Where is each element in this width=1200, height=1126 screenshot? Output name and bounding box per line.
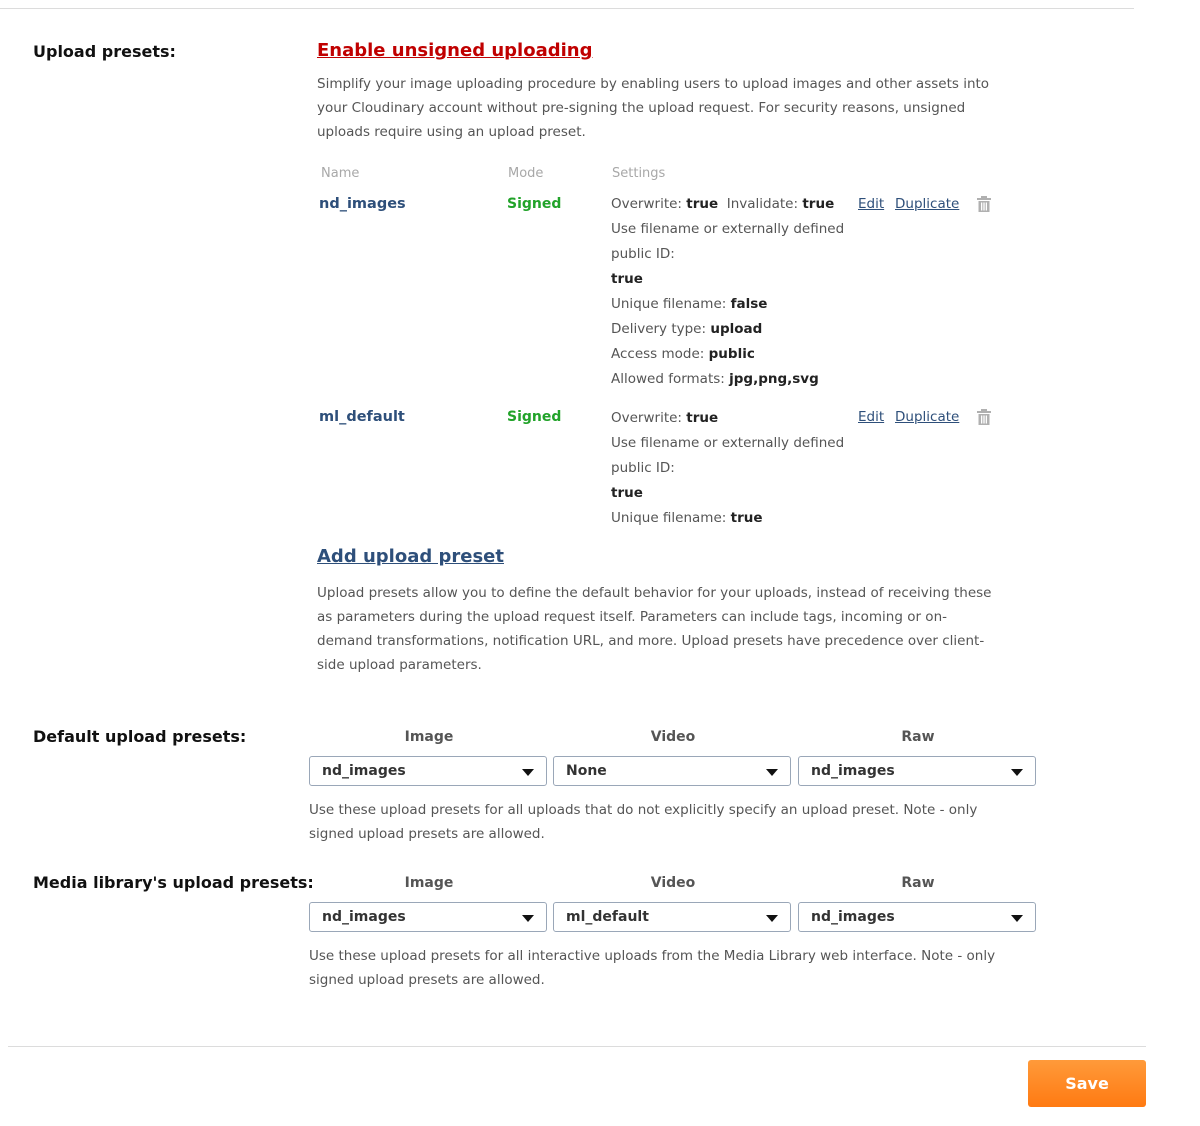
setting-line: Unique filename: true (611, 506, 851, 531)
setting-line: Overwrite: true Invalidate: true (611, 192, 851, 217)
setting-value: true (686, 410, 719, 426)
save-button[interactable]: Save (1028, 1060, 1146, 1107)
column-header-name: Name (321, 166, 360, 181)
upload-presets-label: Upload presets: (33, 42, 176, 61)
caret-down-icon (1011, 915, 1023, 922)
setting-line: Overwrite: true (611, 406, 851, 431)
default-video-select[interactable]: None (553, 756, 791, 786)
edit-link[interactable]: Edit (858, 409, 884, 425)
media-library-presets-label: Media library's upload presets: (33, 873, 314, 892)
caret-down-icon (522, 915, 534, 922)
edit-link[interactable]: Edit (858, 196, 884, 212)
select-value: None (566, 763, 607, 779)
ml-raw-select[interactable]: nd_images (798, 902, 1036, 932)
select-value: nd_images (322, 763, 406, 779)
default-video-header: Video (650, 729, 696, 745)
column-header-settings: Settings (612, 166, 666, 181)
preset-name[interactable]: ml_default (319, 409, 405, 425)
default-image-header: Image (404, 729, 454, 745)
setting-key: Unique filename: (611, 296, 727, 312)
setting-line: Use filename or externally defined publi… (611, 435, 845, 476)
setting-key: Access mode: (611, 346, 705, 362)
add-upload-preset-link[interactable]: Add upload preset (317, 546, 504, 567)
default-image-select[interactable]: nd_images (309, 756, 547, 786)
enable-unsigned-link[interactable]: Enable unsigned uploading (317, 40, 593, 61)
setting-line: true (611, 267, 851, 292)
ml-image-header: Image (404, 875, 454, 891)
select-value: nd_images (811, 763, 895, 779)
setting-key: Delivery type: (611, 321, 707, 337)
default-upload-presets-label: Default upload presets: (33, 727, 247, 746)
caret-down-icon (766, 769, 778, 776)
setting-value: false (730, 296, 768, 312)
setting-value: true (611, 485, 643, 501)
setting-value: true (686, 196, 719, 212)
preset-settings: Overwrite: true Use filename or external… (611, 406, 851, 531)
top-divider (0, 8, 1134, 9)
setting-value: public (708, 346, 755, 362)
default-presets-note: Use these upload presets for all uploads… (309, 802, 978, 842)
setting-line: Unique filename: false (611, 292, 851, 317)
setting-line: Allowed formats: jpg,png,svg (611, 367, 851, 392)
setting-key: Overwrite: (611, 410, 682, 426)
setting-key: Unique filename: (611, 510, 727, 526)
setting-value: upload (710, 321, 763, 337)
default-raw-header: Raw (901, 729, 935, 745)
ml-image-select[interactable]: nd_images (309, 902, 547, 932)
select-value: nd_images (322, 909, 406, 925)
preset-settings: Overwrite: true Invalidate: true Use fil… (611, 192, 851, 392)
caret-down-icon (522, 769, 534, 776)
column-header-mode: Mode (508, 166, 544, 181)
trash-icon[interactable] (977, 409, 991, 425)
setting-key: Invalidate: (726, 196, 799, 212)
add-upload-preset-description: Upload presets allow you to define the d… (317, 585, 992, 673)
caret-down-icon (1011, 769, 1023, 776)
preset-name[interactable]: nd_images (319, 196, 406, 212)
duplicate-link[interactable]: Duplicate (895, 409, 959, 425)
default-raw-select[interactable]: nd_images (798, 756, 1036, 786)
media-library-presets-note: Use these upload presets for all interac… (309, 948, 996, 988)
bottom-divider (8, 1046, 1146, 1047)
trash-icon[interactable] (977, 196, 991, 212)
select-value: ml_default (566, 909, 649, 925)
ml-video-select[interactable]: ml_default (553, 902, 791, 932)
setting-line: true (611, 481, 851, 506)
setting-line: Use filename or externally defined publi… (611, 221, 845, 262)
setting-value: true (730, 510, 763, 526)
setting-value: true (802, 196, 835, 212)
ml-raw-header: Raw (901, 875, 935, 891)
duplicate-link[interactable]: Duplicate (895, 196, 959, 212)
enable-unsigned-description: Simplify your image uploading procedure … (317, 76, 990, 140)
select-value: nd_images (811, 909, 895, 925)
setting-line: Delivery type: upload (611, 317, 851, 342)
setting-value: true (611, 271, 643, 287)
setting-line: Access mode: public (611, 342, 851, 367)
setting-key: Overwrite: (611, 196, 682, 212)
preset-mode: Signed (507, 196, 562, 212)
preset-mode: Signed (507, 409, 562, 425)
setting-key: Allowed formats: (611, 371, 725, 387)
setting-value: jpg,png,svg (729, 371, 819, 387)
ml-video-header: Video (650, 875, 696, 891)
caret-down-icon (766, 915, 778, 922)
